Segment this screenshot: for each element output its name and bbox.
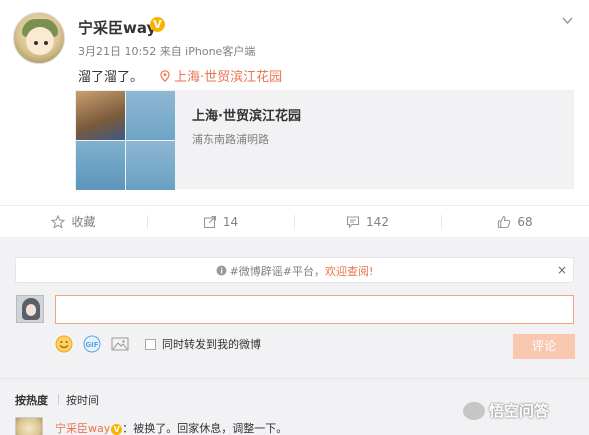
user-avatar[interactable]: [13, 12, 65, 64]
comment-icon: [346, 215, 360, 228]
location-link-label: 上海·世贸滨江花园: [174, 70, 283, 85]
forward-checkbox[interactable]: [145, 338, 156, 350]
watermark-text: 悟空问答: [489, 402, 550, 420]
rumor-notice: #微博辟谣#平台，欢迎查阅! ×: [15, 257, 574, 283]
action-bar: 收藏 14 142 68: [0, 205, 589, 236]
card-subtitle: 浦东南路浦明路: [192, 133, 269, 146]
watermark: 悟空问答: [463, 400, 549, 421]
star-icon: [51, 214, 66, 229]
notice-link[interactable]: 欢迎查阅!: [325, 265, 373, 278]
current-user-avatar: [16, 295, 44, 323]
sort-by-time-tab[interactable]: 按时间: [66, 392, 99, 408]
comment-button[interactable]: 142: [294, 206, 441, 237]
location-link[interactable]: 上海·世贸滨江花园: [160, 66, 282, 85]
comment-toolbar: GIF 同时转发到我的微博: [55, 335, 261, 353]
comment-text: ：被换了。回家休息，调整一下。: [122, 422, 288, 435]
image-icon[interactable]: [111, 336, 129, 352]
post-meta: 3月21日 10:52 来自 iPhone客户端: [78, 45, 256, 58]
thumbs-up-icon: [498, 215, 511, 228]
verified-badge-icon: V: [150, 17, 165, 32]
chevron-down-icon[interactable]: [561, 14, 574, 27]
info-icon: [216, 265, 227, 276]
notice-text: #微博辟谣#平台，: [229, 265, 325, 278]
speech-bubble-icon: [463, 401, 485, 420]
like-button[interactable]: 68: [441, 206, 589, 237]
close-icon[interactable]: ×: [557, 263, 567, 277]
card-title: 上海·世贸滨江花园: [192, 109, 301, 124]
location-card[interactable]: 上海·世贸滨江花园 浦东南路浦明路: [75, 90, 574, 190]
sort-by-hot-tab[interactable]: 按热度: [15, 392, 48, 408]
location-pin-icon: [160, 70, 170, 82]
comment-item: 宁采臣way V ：被换了。回家休息，调整一下。: [55, 420, 287, 435]
gif-icon[interactable]: GIF: [83, 335, 101, 353]
forward-label: 同时转发到我的微博: [162, 338, 261, 351]
weibo-post: 宁采臣way V 3月21日 10:52 来自 iPhone客户端 溜了溜了。 …: [0, 0, 589, 205]
comment-count: 142: [366, 214, 389, 229]
favorite-button[interactable]: 收藏: [0, 206, 147, 237]
username[interactable]: 宁采臣way: [78, 17, 156, 38]
like-count: 68: [517, 214, 533, 229]
svg-text:GIF: GIF: [85, 341, 98, 349]
repost-icon: [203, 215, 216, 228]
repost-count: 14: [222, 214, 239, 229]
verified-badge-icon: V: [111, 424, 123, 435]
submit-comment-button[interactable]: 评论: [513, 334, 575, 359]
commenter-avatar[interactable]: [15, 417, 43, 435]
post-text: 溜了溜了。: [78, 70, 144, 85]
comment-input[interactable]: [55, 295, 574, 324]
favorite-label: 收藏: [71, 215, 96, 229]
location-thumbnail: [76, 91, 175, 190]
emoji-icon[interactable]: [55, 335, 73, 353]
repost-button[interactable]: 14: [147, 206, 294, 237]
commenter-name[interactable]: 宁采臣way: [55, 422, 110, 435]
